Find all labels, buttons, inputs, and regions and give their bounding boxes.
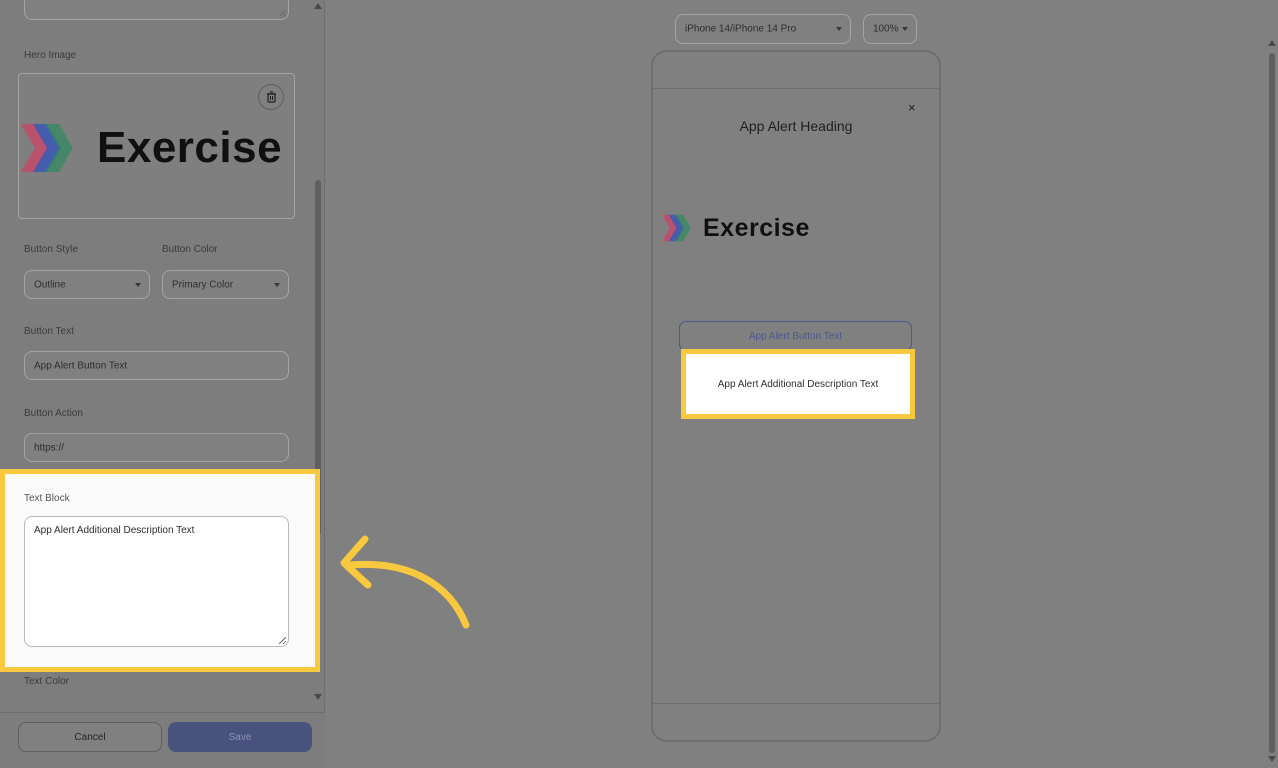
close-icon[interactable]: × — [908, 100, 916, 115]
chevron-down-icon — [135, 282, 141, 287]
scroll-up-icon[interactable] — [1268, 40, 1276, 46]
alert-description: App Alert Additional Description Text — [717, 378, 879, 390]
button-text-input[interactable]: App Alert Button Text — [24, 351, 289, 380]
phone-top-divider — [653, 88, 939, 89]
phone-bottom-divider — [653, 703, 939, 704]
button-color-select[interactable]: Primary Color — [162, 270, 289, 299]
chevron-down-icon — [274, 282, 280, 287]
previous-textarea[interactable] — [24, 0, 289, 20]
button-style-value: Outline — [34, 279, 66, 290]
text-block-value: App Alert Additional Description Text — [34, 525, 195, 536]
text-color-label: Text Color — [24, 676, 70, 687]
hero-logo-word: Exercise — [97, 123, 283, 172]
alert-heading: App Alert Heading — [739, 118, 853, 134]
editor-footer: Cancel Save — [0, 712, 325, 768]
text-block-section: Text Block App Alert Additional Descript… — [0, 469, 320, 672]
button-color-label: Button Color — [162, 244, 218, 255]
annotation-arrow-icon — [340, 535, 470, 629]
button-text-value: App Alert Button Text — [34, 360, 128, 371]
resize-grip-icon[interactable] — [279, 637, 286, 644]
button-style-label: Button Style — [24, 244, 78, 255]
preview-logo-word: Exercise — [703, 213, 810, 242]
chevron-down-icon — [902, 27, 908, 31]
exercise-logo-mark-icon — [662, 214, 691, 242]
preview-logo: Exercise — [661, 212, 810, 244]
scroll-down-icon[interactable] — [314, 694, 322, 700]
chevron-down-icon — [836, 27, 842, 31]
resize-grip-icon[interactable] — [279, 10, 286, 17]
button-action-input[interactable]: https:// — [24, 433, 289, 462]
hero-logo: Exercise — [19, 120, 282, 176]
exercise-logo-mark-icon — [21, 124, 73, 172]
text-block-textarea[interactable]: App Alert Additional Description Text — [24, 516, 289, 647]
scroll-down-icon[interactable] — [1268, 756, 1276, 762]
cancel-button[interactable]: Cancel — [18, 722, 162, 752]
alert-description-highlight: App Alert Additional Description Text — [681, 349, 915, 419]
delete-image-button[interactable] — [258, 84, 284, 110]
alert-action-button[interactable]: App Alert Button Text — [679, 321, 912, 351]
text-block-label: Text Block — [24, 493, 70, 504]
hero-image-dropzone[interactable]: Exercise — [18, 73, 295, 219]
zoom-select[interactable]: 100% — [863, 14, 917, 44]
button-style-select[interactable]: Outline — [24, 270, 150, 299]
trash-icon — [266, 91, 276, 103]
device-select[interactable]: iPhone 14/iPhone 14 Pro — [675, 14, 851, 44]
device-value: iPhone 14/iPhone 14 Pro — [685, 23, 797, 35]
button-action-label: Button Action — [24, 408, 83, 419]
scroll-up-icon[interactable] — [314, 3, 322, 9]
button-text-label: Button Text — [24, 326, 74, 337]
preview-scrollbar-thumb[interactable] — [1269, 53, 1275, 753]
button-action-value: https:// — [34, 442, 65, 453]
hero-image-label: Hero Image — [24, 50, 77, 61]
save-button[interactable]: Save — [168, 722, 312, 752]
button-color-value: Primary Color — [172, 279, 234, 290]
zoom-value: 100% — [873, 23, 899, 35]
